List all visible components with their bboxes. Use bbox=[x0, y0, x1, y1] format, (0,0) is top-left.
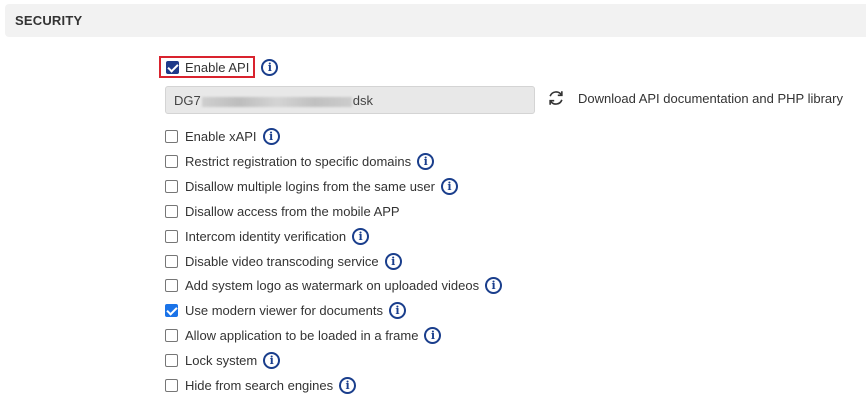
option-checkbox[interactable] bbox=[165, 378, 178, 392]
option-label[interactable]: Enable xAPI bbox=[185, 129, 257, 144]
enable-api-checkbox[interactable] bbox=[166, 60, 179, 74]
option-checkbox[interactable] bbox=[165, 254, 178, 268]
info-icon[interactable]: i bbox=[440, 177, 458, 195]
info-icon[interactable]: i bbox=[263, 351, 281, 369]
option-row: Disallow multiple logins from the same u… bbox=[165, 176, 458, 196]
option-label[interactable]: Hide from search engines bbox=[185, 378, 333, 393]
info-icon[interactable]: i bbox=[388, 301, 406, 319]
info-icon[interactable]: i bbox=[261, 58, 279, 76]
option-label[interactable]: Use modern viewer for documents bbox=[185, 303, 383, 318]
option-checkbox[interactable] bbox=[165, 179, 178, 193]
download-docs-link[interactable]: Download API documentation and PHP libra… bbox=[547, 89, 843, 107]
refresh-icon[interactable] bbox=[547, 89, 565, 107]
option-row: Disallow access from the mobile APP bbox=[165, 201, 400, 221]
option-checkbox[interactable] bbox=[165, 328, 178, 342]
option-label[interactable]: Restrict registration to specific domain… bbox=[185, 154, 411, 169]
info-icon[interactable]: i bbox=[424, 326, 442, 344]
option-label[interactable]: Disable video transcoding service bbox=[185, 254, 379, 269]
option-row: Disable video transcoding service i bbox=[165, 251, 402, 271]
option-checkbox[interactable] bbox=[165, 154, 178, 168]
option-row: Enable xAPI i bbox=[165, 126, 280, 146]
option-row: Allow application to be loaded in a fram… bbox=[165, 325, 442, 345]
api-key-suffix: dsk bbox=[352, 93, 373, 108]
option-checkbox[interactable] bbox=[165, 204, 178, 218]
api-key-prefix: DG7 bbox=[174, 93, 201, 108]
option-label[interactable]: Disallow multiple logins from the same u… bbox=[185, 179, 435, 194]
info-icon[interactable]: i bbox=[485, 276, 503, 294]
download-docs-label[interactable]: Download API documentation and PHP libra… bbox=[578, 91, 843, 106]
option-row: Hide from search engines i bbox=[165, 375, 357, 395]
option-row: Intercom identity verification i bbox=[165, 226, 370, 246]
option-label[interactable]: Lock system bbox=[185, 353, 257, 368]
option-row: Lock system i bbox=[165, 350, 281, 370]
info-icon[interactable]: i bbox=[384, 252, 402, 270]
option-row: Use modern viewer for documents i bbox=[165, 300, 406, 320]
api-key-redacted bbox=[201, 96, 352, 107]
enable-api-highlight: Enable API bbox=[159, 56, 256, 78]
info-icon[interactable]: i bbox=[417, 152, 435, 170]
option-checkbox[interactable] bbox=[165, 129, 178, 143]
section-title: SECURITY bbox=[15, 13, 83, 28]
enable-api-label[interactable]: Enable API bbox=[185, 60, 249, 75]
enable-api-row: Enable API i bbox=[159, 56, 279, 78]
api-key-field[interactable]: DG7 dsk bbox=[165, 86, 535, 114]
option-label[interactable]: Allow application to be loaded in a fram… bbox=[185, 328, 418, 343]
info-icon[interactable]: i bbox=[339, 376, 357, 394]
option-row: Restrict registration to specific domain… bbox=[165, 151, 435, 171]
info-icon[interactable]: i bbox=[262, 127, 280, 145]
section-header: SECURITY bbox=[5, 4, 866, 37]
option-checkbox[interactable] bbox=[165, 353, 178, 367]
info-icon[interactable]: i bbox=[352, 227, 370, 245]
option-label[interactable]: Disallow access from the mobile APP bbox=[185, 204, 400, 219]
option-label[interactable]: Intercom identity verification bbox=[185, 229, 346, 244]
option-checkbox[interactable] bbox=[165, 229, 178, 243]
option-checkbox[interactable] bbox=[165, 303, 178, 317]
option-label[interactable]: Add system logo as watermark on uploaded… bbox=[185, 278, 479, 293]
option-row: Add system logo as watermark on uploaded… bbox=[165, 275, 503, 295]
option-checkbox[interactable] bbox=[165, 278, 178, 292]
